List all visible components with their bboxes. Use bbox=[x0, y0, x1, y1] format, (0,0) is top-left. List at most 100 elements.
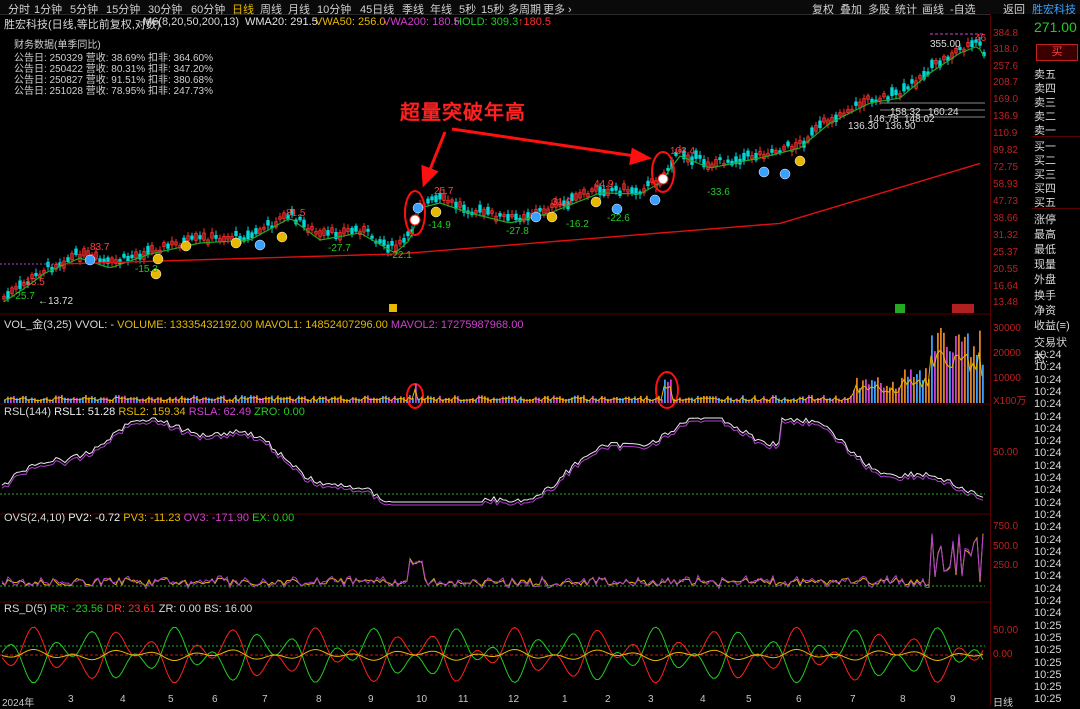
volume-bar bbox=[817, 397, 819, 403]
volume-bar bbox=[334, 396, 336, 403]
price-tick: 208.7 bbox=[993, 77, 1019, 88]
candle-body bbox=[66, 257, 70, 262]
trade-time: 10:25 bbox=[1034, 631, 1062, 644]
signal-marker bbox=[649, 194, 661, 206]
trade-time: 10:24 bbox=[1034, 496, 1062, 509]
volume-bar bbox=[892, 381, 894, 403]
volume-bar bbox=[715, 396, 717, 403]
rsl-title[interactable]: RSL(144) bbox=[4, 406, 51, 418]
price-tick: 38.66 bbox=[993, 213, 1019, 224]
volume-bar bbox=[421, 396, 423, 403]
volume-bar bbox=[664, 379, 666, 403]
signal-marker bbox=[84, 254, 96, 266]
candle-body bbox=[98, 258, 102, 263]
candle-body bbox=[906, 86, 910, 90]
stat-label[interactable]: 收益(≡) bbox=[1034, 317, 1070, 333]
ovs-tick: 750.0 bbox=[993, 521, 1019, 532]
volume-bar bbox=[481, 395, 483, 403]
volume-bar bbox=[601, 395, 603, 403]
candle-body bbox=[786, 141, 790, 147]
price-axis: 384.8 318.0 257.6 208.7 169.0 136.9 110.… bbox=[990, 14, 1033, 709]
candle-body bbox=[366, 228, 370, 232]
ov3-value: OV3: -171.90 bbox=[183, 512, 250, 524]
volume-bar bbox=[103, 397, 105, 403]
volume-bar bbox=[181, 395, 183, 403]
trade-time: 10:25 bbox=[1034, 619, 1062, 632]
volume-bar bbox=[973, 346, 975, 403]
trend-line bbox=[59, 162, 981, 265]
candle-body bbox=[146, 245, 150, 255]
trade-time: 10:24 bbox=[1034, 385, 1062, 398]
stat-label: 换手 bbox=[1034, 290, 1056, 302]
candle-body bbox=[126, 255, 130, 262]
annotation-arrows bbox=[421, 127, 652, 188]
event-marker bbox=[389, 304, 397, 312]
volume-bar bbox=[931, 335, 933, 403]
volume-bar bbox=[967, 333, 969, 403]
stock-name[interactable]: 胜宏科技 bbox=[1032, 1, 1076, 17]
price-tick: 72.75 bbox=[993, 162, 1019, 173]
divider bbox=[1032, 136, 1080, 137]
rsl-tick: 50.00 bbox=[993, 447, 1019, 458]
ex-value: EX: 0.00 bbox=[252, 512, 295, 524]
volume-bar bbox=[559, 396, 561, 403]
volume-bar bbox=[292, 398, 294, 403]
volume-bar bbox=[364, 395, 366, 403]
buy-button[interactable]: 买 bbox=[1036, 44, 1078, 61]
volume-bar bbox=[211, 398, 213, 403]
volume-bar bbox=[16, 398, 18, 403]
candle-body bbox=[74, 248, 78, 255]
volume-bar bbox=[937, 332, 939, 403]
volume-bar bbox=[529, 399, 531, 403]
vol-title[interactable]: VOL_金(3,25) bbox=[4, 319, 72, 331]
volume-bar bbox=[466, 398, 468, 403]
rsl-line bbox=[1, 417, 984, 503]
signal-marker bbox=[779, 168, 791, 180]
candle-body bbox=[698, 154, 702, 159]
price-label: -16.2 bbox=[566, 219, 589, 230]
trade-time: 10:24 bbox=[1034, 508, 1062, 521]
volume-bar bbox=[787, 399, 789, 403]
candle-body bbox=[390, 241, 394, 246]
price-label: 81.5 bbox=[286, 208, 306, 219]
volume-bar bbox=[376, 398, 378, 403]
volume-bar bbox=[10, 396, 12, 403]
ovs-pv3-line bbox=[1, 533, 984, 588]
signal-marker bbox=[430, 206, 442, 218]
volume-bar bbox=[259, 398, 261, 403]
ovs-tick: 500.0 bbox=[993, 541, 1019, 552]
volume-bar bbox=[115, 395, 117, 403]
price-label: -22.1 bbox=[389, 250, 412, 261]
price-label: -15.3 bbox=[135, 264, 158, 275]
dr-value: DR: 23.61 bbox=[106, 603, 156, 615]
volume-bar bbox=[619, 398, 621, 403]
ovs-title[interactable]: OVS(2,4,10) bbox=[4, 512, 65, 524]
volume-bar bbox=[949, 351, 951, 403]
price-label: -22.6 bbox=[607, 213, 630, 224]
trade-time: 10:24 bbox=[1034, 521, 1062, 534]
price-tick: 13.48 bbox=[993, 297, 1019, 308]
volume-bar bbox=[721, 399, 723, 403]
trade-time: 10:24 bbox=[1034, 558, 1062, 571]
trade-time: 10:24 bbox=[1034, 582, 1062, 595]
month-label: 4 bbox=[120, 694, 126, 705]
volume-bar bbox=[595, 398, 597, 403]
event-marker bbox=[952, 304, 974, 313]
volume-bar bbox=[64, 397, 66, 403]
price-label: -25.7 bbox=[12, 291, 35, 302]
candle-body bbox=[718, 157, 722, 161]
volume-bar bbox=[772, 395, 774, 403]
month-label: 6 bbox=[212, 694, 218, 705]
price-label: 83.7 bbox=[90, 242, 110, 253]
trade-time: 10:24 bbox=[1034, 373, 1062, 386]
month-label: 2 bbox=[605, 694, 611, 705]
volume-bar bbox=[916, 374, 918, 403]
volume-bar bbox=[58, 396, 60, 403]
candle-body bbox=[646, 180, 650, 187]
rsd-title[interactable]: RS_D(5) bbox=[4, 603, 47, 615]
candle-body bbox=[214, 234, 218, 239]
candle-body bbox=[250, 232, 254, 239]
candle-body bbox=[254, 228, 258, 235]
volume-bar bbox=[208, 397, 210, 403]
volume-bar bbox=[880, 382, 882, 403]
